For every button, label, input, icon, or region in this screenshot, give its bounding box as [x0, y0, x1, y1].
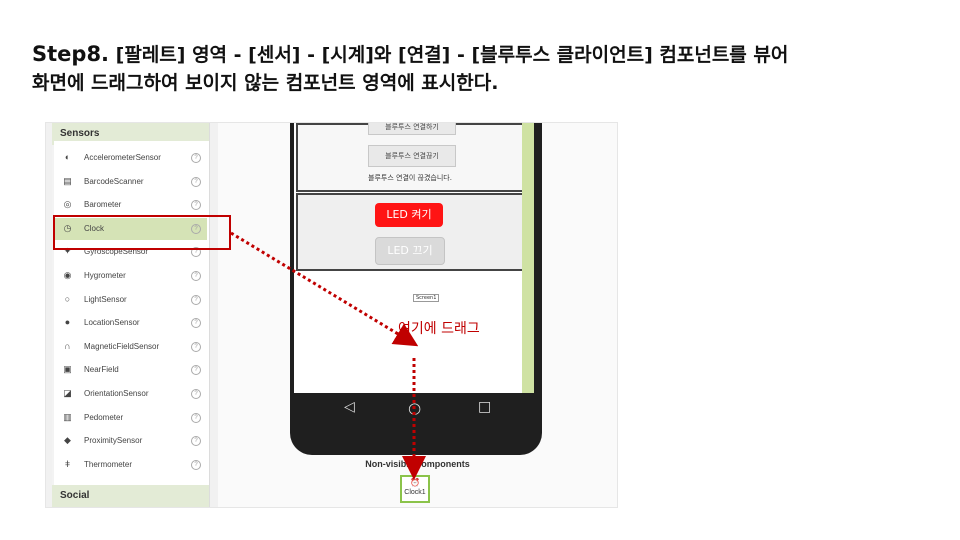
drag-here-annotation: 여기에 드래그 — [398, 321, 480, 337]
drag-arrow — [230, 231, 426, 480]
